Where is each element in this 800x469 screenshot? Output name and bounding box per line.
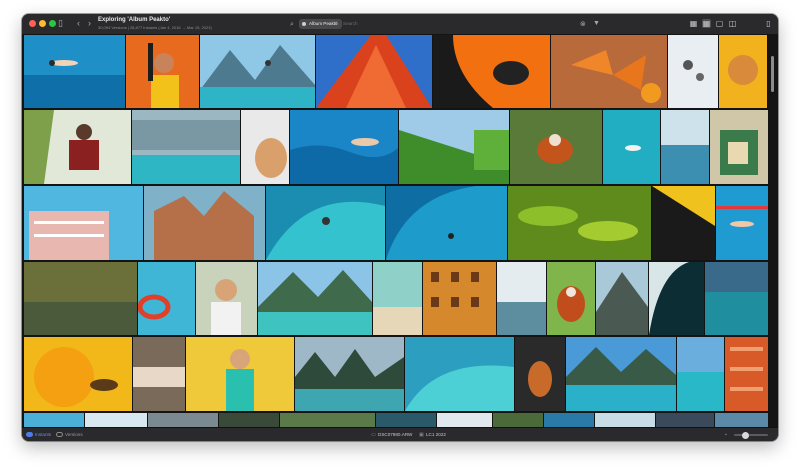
photo-surfer-wave[interactable] bbox=[266, 186, 385, 260]
instants-label[interactable]: Instants bbox=[35, 428, 51, 441]
photo-birds-wetland[interactable] bbox=[24, 262, 137, 335]
photo-forest-lake[interactable] bbox=[295, 337, 404, 411]
photo-partial-3[interactable] bbox=[148, 413, 218, 427]
photo-alpine-lake[interactable] bbox=[258, 262, 372, 335]
window-subtitle: 30,094 Versions | 28,877 Instants (Jan 4… bbox=[98, 25, 212, 30]
zoom-slider[interactable] bbox=[734, 434, 768, 436]
minimize-window-button[interactable] bbox=[39, 20, 46, 27]
photo-man-crouching[interactable] bbox=[24, 110, 131, 184]
photo-red-panda[interactable] bbox=[547, 262, 595, 335]
search-bar[interactable]: ⌕ Album Peakto × Search ⊗ bbox=[285, 18, 595, 30]
photo-partial-1[interactable] bbox=[24, 413, 84, 427]
photo-fox-dark[interactable] bbox=[515, 337, 565, 411]
photo-partial-5[interactable] bbox=[280, 413, 375, 427]
photo-partial-8[interactable] bbox=[493, 413, 543, 427]
photo-turquoise-wave[interactable] bbox=[405, 337, 514, 411]
photo-yellow-flower-bee[interactable] bbox=[24, 337, 132, 411]
file-name: DSC07980.ARW bbox=[378, 432, 413, 437]
photo-photographer-orange[interactable] bbox=[126, 35, 199, 108]
grid-small-icon[interactable]: ▦ bbox=[689, 19, 698, 28]
scrollbar[interactable] bbox=[771, 56, 774, 92]
remove-chip-icon[interactable]: × bbox=[334, 19, 338, 29]
app-window: ▯ ‹ › Exploring 'Album Peakto' 30,094 Ve… bbox=[22, 14, 778, 441]
photo-partial-10[interactable] bbox=[595, 413, 655, 427]
photo-red-float[interactable] bbox=[138, 262, 195, 335]
photo-butterfly[interactable] bbox=[551, 35, 667, 108]
versions-label[interactable]: Versions bbox=[65, 428, 83, 441]
photo-beach-crowd[interactable] bbox=[373, 262, 422, 335]
photo-partial-2[interactable] bbox=[85, 413, 147, 427]
album-icon bbox=[302, 22, 306, 26]
photo-beach-rocks[interactable] bbox=[133, 337, 185, 411]
clear-icon[interactable]: ⊗ bbox=[580, 20, 586, 29]
photo-dark-teal-wave[interactable] bbox=[649, 262, 704, 335]
photo-snowy-birds[interactable] bbox=[668, 35, 718, 108]
photo-grid bbox=[22, 34, 778, 427]
photo-misty-coast[interactable] bbox=[661, 110, 709, 184]
photo-partial-9[interactable] bbox=[544, 413, 594, 427]
photo-swimming-pool[interactable] bbox=[24, 35, 125, 108]
photo-swimming-lane[interactable] bbox=[716, 186, 768, 260]
photo-woman-yellow-wall[interactable] bbox=[186, 337, 294, 411]
photo-orange-car[interactable] bbox=[433, 35, 550, 108]
file-icon: ▭ bbox=[371, 432, 376, 438]
photo-mountain-lake-jump[interactable] bbox=[200, 35, 315, 108]
photo-partial-11[interactable] bbox=[656, 413, 714, 427]
search-icon: ⌕ bbox=[290, 21, 294, 28]
close-window-button[interactable] bbox=[29, 20, 36, 27]
photo-red-panda-branch[interactable] bbox=[510, 110, 602, 184]
back-icon[interactable]: ‹ bbox=[77, 19, 80, 28]
photo-woman-sunglasses[interactable] bbox=[196, 262, 257, 335]
photo-couple-yellow-wall[interactable] bbox=[652, 186, 715, 260]
photo-pink-building[interactable] bbox=[24, 186, 143, 260]
camera-name: LC1 2022 bbox=[426, 432, 446, 437]
camera-icon: ▣ bbox=[419, 432, 424, 438]
status-bar: Instants Versions ▭ DSC07980.ARW ▣ LC1 2… bbox=[22, 427, 778, 441]
photo-cat-portrait[interactable] bbox=[241, 110, 289, 184]
photo-partial-6[interactable] bbox=[376, 413, 436, 427]
photo-partial-7[interactable] bbox=[437, 413, 492, 427]
photo-hazy-sea[interactable] bbox=[497, 262, 546, 335]
photo-partial-4[interactable] bbox=[219, 413, 279, 427]
grid-large-icon[interactable]: ▦ bbox=[702, 19, 711, 28]
instants-toggle[interactable] bbox=[26, 432, 33, 437]
photo-red-bridge[interactable] bbox=[316, 35, 432, 108]
single-view-icon[interactable]: ▢ bbox=[715, 19, 724, 28]
photo-swimmer[interactable] bbox=[290, 110, 398, 184]
zoom-window-button[interactable] bbox=[49, 20, 56, 27]
forward-icon[interactable]: › bbox=[88, 19, 91, 28]
sidebar-icon[interactable]: ▯ bbox=[58, 19, 63, 28]
photo-green-building[interactable] bbox=[399, 110, 509, 184]
sidebar-right-icon[interactable]: ▯ bbox=[764, 19, 773, 28]
photo-gothic-church[interactable] bbox=[144, 186, 265, 260]
filter-icon[interactable]: ▼ bbox=[593, 19, 600, 28]
versions-toggle[interactable] bbox=[56, 432, 63, 437]
photo-storefront[interactable] bbox=[710, 110, 768, 184]
photo-partial-12[interactable] bbox=[715, 413, 768, 427]
search-input[interactable]: Search bbox=[343, 18, 358, 30]
photo-orange-building[interactable] bbox=[423, 262, 496, 335]
photo-foggy-forest-lake[interactable] bbox=[132, 110, 240, 184]
photo-green-leaves-bird[interactable] bbox=[508, 186, 651, 260]
photo-big-wave-surfer[interactable] bbox=[386, 186, 507, 260]
window-title: Exploring 'Album Peakto' bbox=[98, 17, 171, 23]
title-bar: ▯ ‹ › Exploring 'Album Peakto' 30,094 Ve… bbox=[22, 14, 778, 35]
photo-kayak-sea[interactable] bbox=[603, 110, 660, 184]
photo-red-architecture[interactable] bbox=[725, 337, 768, 411]
zoom-slider-knob[interactable] bbox=[742, 431, 749, 439]
map-icon[interactable]: ◫ bbox=[728, 19, 737, 28]
photo-lake-shore[interactable] bbox=[705, 262, 768, 335]
photo-pomeranian-dog[interactable] bbox=[719, 35, 767, 108]
photo-lake-mountains[interactable] bbox=[677, 337, 724, 411]
photo-mountain-reflection[interactable] bbox=[566, 337, 676, 411]
zoom-out-icon[interactable]: ▪ bbox=[725, 428, 727, 441]
photo-mountain-peak[interactable] bbox=[596, 262, 648, 335]
